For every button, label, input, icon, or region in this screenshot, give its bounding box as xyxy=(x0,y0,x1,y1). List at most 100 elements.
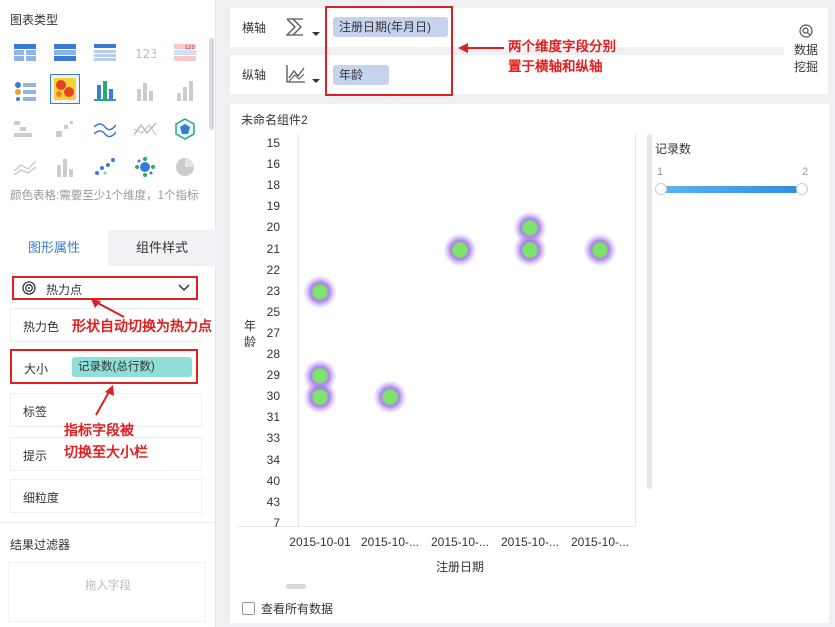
y-tick-label: 30 xyxy=(266,389,280,404)
legend-min-handle[interactable] xyxy=(655,183,667,195)
line-area-icon[interactable] xyxy=(90,114,120,144)
column-group-icon[interactable] xyxy=(50,152,80,182)
data-mining-button[interactable]: 数据 挖掘 xyxy=(784,8,828,94)
x-axis-label: 横轴 xyxy=(242,21,267,35)
y-axis-type-icon[interactable] xyxy=(285,63,321,90)
chord-icon[interactable] xyxy=(170,114,200,144)
size-field-pill[interactable]: 记录数(总行数) xyxy=(72,357,192,377)
show-all-data-toggle[interactable]: 查看所有数据 xyxy=(242,600,333,617)
y-axis-label: 纵轴 xyxy=(242,68,267,82)
data-mining-label-line1: 数据 xyxy=(793,43,818,57)
heat-color-label: 热力色 xyxy=(23,320,60,334)
waterfall-icon[interactable] xyxy=(10,114,40,144)
y-tick-label: 20 xyxy=(266,220,280,235)
bubble-icon[interactable] xyxy=(130,152,160,182)
divider xyxy=(0,522,216,523)
y-tick-label: 7 xyxy=(273,515,280,530)
x-tick-label: 2015-10-... xyxy=(430,535,490,549)
x-axis-type-icon[interactable] xyxy=(285,16,321,43)
bar-icon[interactable] xyxy=(130,76,160,106)
column-icon[interactable] xyxy=(170,76,200,106)
heat-point[interactable] xyxy=(583,232,617,270)
svg-text:123: 123 xyxy=(185,45,195,51)
y-tick-label: 28 xyxy=(266,347,280,361)
property-tabs: 图形属性 组件样式 xyxy=(0,230,216,266)
y-tick-label: 21 xyxy=(266,241,280,256)
show-all-label: 查看所有数据 xyxy=(261,602,334,616)
color-table-icon[interactable]: 123 xyxy=(170,38,200,68)
y-axis-title: 年龄 xyxy=(243,319,256,349)
granularity-row[interactable]: 细粒度 xyxy=(10,479,202,513)
tab-graph-properties[interactable]: 图形属性 xyxy=(0,230,108,266)
axis-note-arrow xyxy=(458,43,504,53)
size-legend: 记录数 1 2 xyxy=(655,140,815,195)
chart-widget: 未命名组件2 15 16 18 19 20 21 22 23 25 27 28 29 30 31 33 34 4… xyxy=(230,104,829,623)
tooltip-label: 提示 xyxy=(23,449,48,463)
legend-gradient-bar[interactable] xyxy=(660,186,798,193)
label-label: 标签 xyxy=(23,405,48,419)
y-tick-label: 33 xyxy=(266,431,280,446)
x-axis-title: 注册日期 xyxy=(435,560,484,574)
chevron-down-icon xyxy=(178,282,190,296)
heat-point[interactable] xyxy=(303,380,337,417)
filter-drop-zone[interactable]: 拖入字段 xyxy=(8,562,206,622)
y-tick-label: 15 xyxy=(266,136,280,150)
heat-point[interactable] xyxy=(443,232,477,270)
heat-point[interactable] xyxy=(303,274,337,312)
crosstab-icon[interactable] xyxy=(50,38,80,68)
legend-min: 1 xyxy=(657,166,664,178)
y-tick-label: 43 xyxy=(266,494,280,509)
y-tick-label: 29 xyxy=(266,368,280,383)
bar-stack-icon[interactable] xyxy=(90,76,120,106)
result-filter-title: 结果过滤器 xyxy=(10,538,71,552)
x-tick-label: 2015-10-... xyxy=(360,535,420,549)
kpi-number-icon[interactable]: 123 xyxy=(130,38,160,68)
area-icon[interactable] xyxy=(10,152,40,182)
filter-drop-hint: 拖入字段 xyxy=(85,580,131,592)
x-tick-label: 2015-10-... xyxy=(570,535,630,549)
tab-component-style[interactable]: 组件样式 xyxy=(108,230,216,266)
y-tick-label: 19 xyxy=(266,199,280,214)
shape-select[interactable]: 热力点 xyxy=(12,276,198,300)
list-table-icon[interactable] xyxy=(90,38,120,68)
heatmap-icon[interactable] xyxy=(50,74,80,104)
heat-point[interactable] xyxy=(513,232,547,270)
show-all-checkbox[interactable] xyxy=(242,602,255,615)
granularity-label: 细粒度 xyxy=(23,491,60,505)
x-tick-label: 2015-10-... xyxy=(500,535,560,549)
radar-line-icon[interactable] xyxy=(130,114,160,144)
axis-highlight-box xyxy=(325,6,453,96)
axis-note-line1: 两个维度字段分别 xyxy=(508,39,616,54)
chart-type-title: 图表类型 xyxy=(10,13,59,27)
scatter-icon[interactable] xyxy=(90,152,120,182)
y-tick-label: 27 xyxy=(266,325,280,340)
data-mining-label-line2: 挖掘 xyxy=(793,60,818,74)
horizontal-scrollbar[interactable] xyxy=(286,584,306,589)
chart-types-scrollbar[interactable] xyxy=(209,38,214,130)
widget-title[interactable]: 未命名组件2 xyxy=(241,111,308,128)
y-tick-label: 18 xyxy=(266,178,280,193)
size-note-line2: 切换至大小栏 xyxy=(64,444,148,460)
size-note-line1: 指标字段被 xyxy=(64,422,134,438)
scatter-small-icon[interactable] xyxy=(50,114,80,144)
legend-max-handle[interactable] xyxy=(796,183,808,195)
pie-icon[interactable] xyxy=(170,152,200,182)
y-tick-label: 23 xyxy=(266,283,280,298)
svg-text:123: 123 xyxy=(135,47,156,61)
y-tick-label: 25 xyxy=(266,304,280,319)
legend-max: 2 xyxy=(802,166,809,178)
heat-point[interactable] xyxy=(373,380,407,417)
size-row[interactable]: 大小 记录数(总行数) xyxy=(10,349,198,384)
y-axis-line xyxy=(298,134,299,527)
plot-scrollbar[interactable] xyxy=(647,134,652,489)
size-label: 大小 xyxy=(24,362,49,376)
table-icon[interactable] xyxy=(10,38,40,68)
x-tick-label: 2015-10-01 xyxy=(289,535,351,549)
grouped-table-icon[interactable] xyxy=(10,76,40,106)
chart-type-hint: 颜色表格:需要至少1个维度，1个指标 xyxy=(10,190,199,202)
heat-point-icon xyxy=(22,281,36,298)
legend-title: 记录数 xyxy=(655,142,692,156)
size-note-arrow xyxy=(95,385,114,416)
y-tick-label: 16 xyxy=(266,157,280,172)
y-tick-label: 22 xyxy=(266,262,280,277)
